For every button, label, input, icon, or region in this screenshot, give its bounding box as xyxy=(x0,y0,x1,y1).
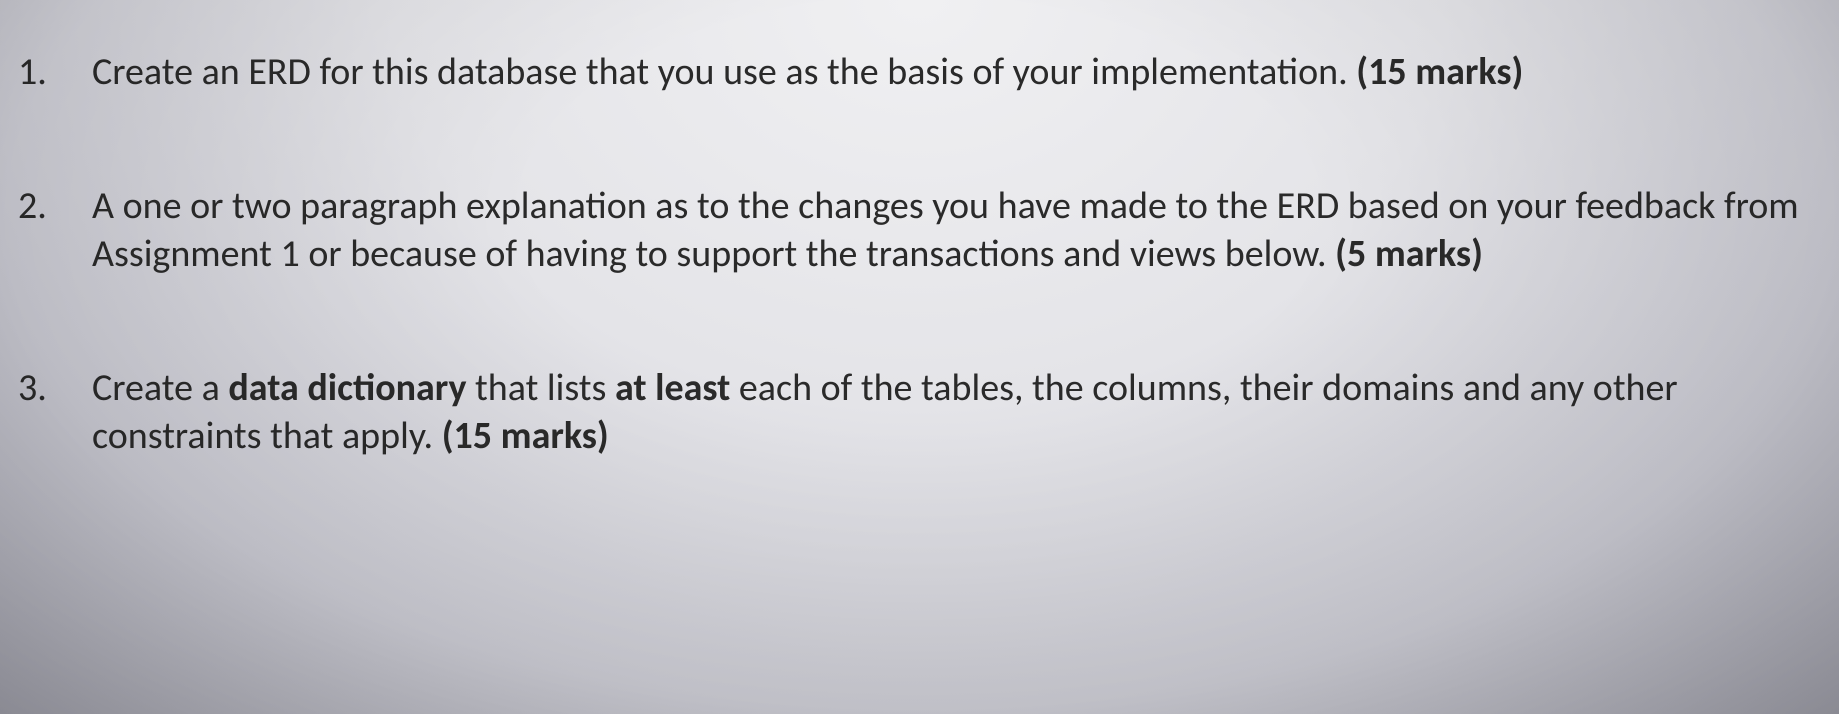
item-number: 3. xyxy=(18,364,92,412)
bold-text-span: (5 marks) xyxy=(1335,231,1483,277)
item-text: Create a data dictionary that lists at l… xyxy=(92,364,1809,460)
item-number: 2. xyxy=(18,182,92,230)
bold-text-span: (15 marks) xyxy=(1356,49,1523,95)
list-item-2: 2. A one or two paragraph explanation as… xyxy=(18,182,1809,278)
text-span: A one or two paragraph explanation as to… xyxy=(92,183,1799,277)
item-text: Create an ERD for this database that you… xyxy=(92,48,1523,96)
item-number: 1. xyxy=(18,48,92,96)
document-content: 1. Create an ERD for this database that … xyxy=(0,0,1839,460)
bold-text-span: at least xyxy=(615,365,730,411)
list-item-1: 1. Create an ERD for this database that … xyxy=(18,48,1809,96)
text-span: Create a xyxy=(92,365,228,411)
bold-text-span: (15 marks) xyxy=(442,413,609,459)
bold-text-span: data dictionary xyxy=(228,365,466,411)
list-item-3: 3. Create a data dictionary that lists a… xyxy=(18,364,1809,460)
item-text: A one or two paragraph explanation as to… xyxy=(92,182,1809,278)
text-span: Create an ERD for this database that you… xyxy=(92,49,1356,95)
text-span: that lists xyxy=(466,365,615,411)
